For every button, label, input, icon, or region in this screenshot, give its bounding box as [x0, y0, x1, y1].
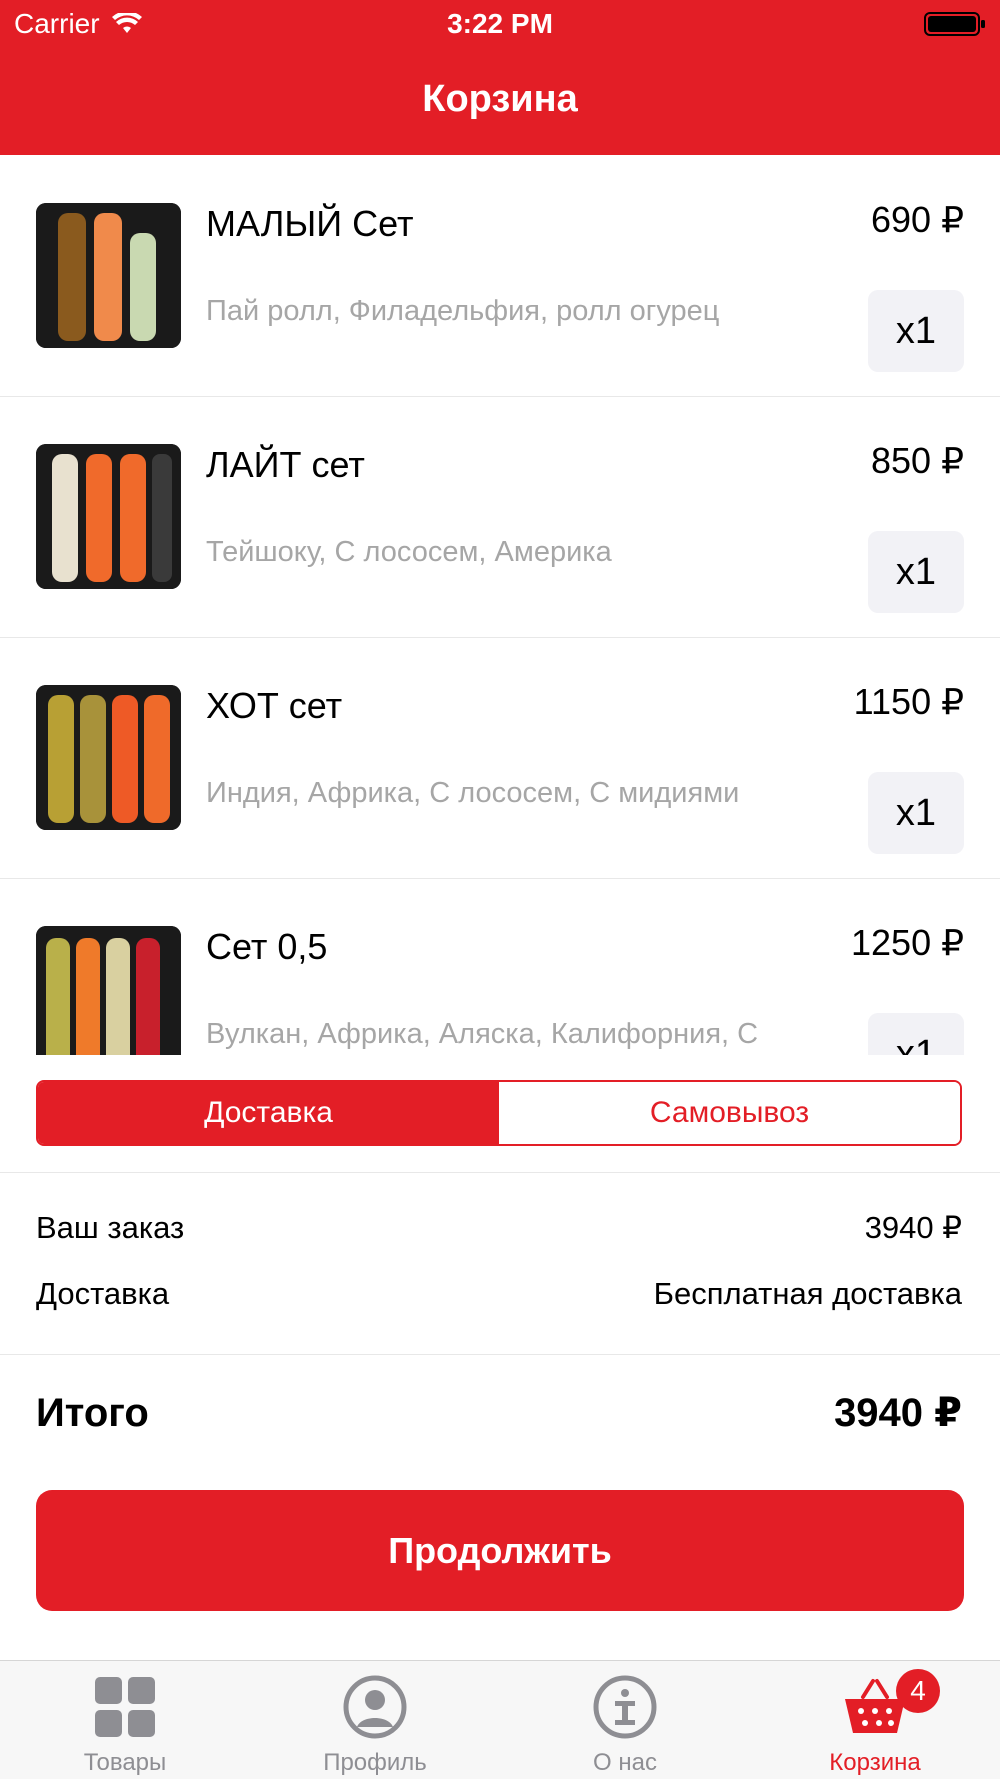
quantity-button[interactable]: x1 — [868, 772, 964, 854]
delivery-segment[interactable]: Доставка — [38, 1082, 499, 1144]
item-name: Сет 0,5 — [206, 926, 328, 967]
cart-list[interactable]: МАЛЫЙ Сет 690 ₽ Пай ролл, Филадельфия, р… — [0, 155, 1000, 1055]
status-time: 3:22 PM — [447, 8, 553, 39]
total-label: Итого — [36, 1390, 149, 1435]
quantity-button[interactable]: x1 — [868, 1013, 964, 1055]
order-label: Ваш заказ — [36, 1210, 185, 1245]
item-price: 850 ₽ — [871, 440, 964, 481]
quantity-button[interactable]: x1 — [868, 290, 964, 372]
order-value: 3940 ₽ — [864, 1210, 962, 1245]
divider — [0, 1354, 1000, 1355]
item-description: Индия, Африка, С лососем, С мидиями — [206, 777, 740, 809]
tab-label: Товары — [83, 1749, 167, 1776]
tab-label: О нас — [593, 1749, 657, 1776]
tab-label: Корзина — [829, 1749, 921, 1776]
cart-badge: 4 — [896, 1669, 940, 1713]
tab-profile[interactable]: Профиль — [250, 1661, 500, 1779]
item-price: 1150 ₽ — [853, 681, 964, 722]
item-name: МАЛЫЙ Сет — [206, 203, 414, 244]
product-image — [36, 203, 181, 348]
total-row: Итого 3940 ₽ — [36, 1390, 962, 1436]
delivery-value: Бесплатная доставка — [653, 1276, 962, 1311]
page-title: Корзина — [422, 78, 578, 120]
delivery-method-toggle[interactable]: Доставка Самовывоз — [36, 1080, 962, 1146]
order-row: Ваш заказ 3940 ₽ — [36, 1210, 962, 1246]
tab-cart[interactable]: 4 Корзина — [750, 1661, 1000, 1779]
item-description: Пай ролл, Филадельфия, ролл огурец — [206, 295, 720, 327]
continue-button[interactable]: Продолжить — [36, 1490, 964, 1611]
tab-about[interactable]: О нас — [500, 1661, 750, 1779]
delivery-label: Доставка — [36, 1276, 170, 1311]
cart-item[interactable]: Сет 0,5 1250 ₽ Вулкан, Африка, Аляска, К… — [0, 878, 1000, 1055]
item-name: ХОТ сет — [206, 685, 343, 726]
product-image — [36, 926, 181, 1055]
item-price: 1250 ₽ — [851, 922, 964, 963]
battery-icon — [924, 12, 985, 36]
info-icon — [593, 1675, 657, 1739]
grid-icon — [95, 1677, 155, 1737]
divider — [0, 1172, 1000, 1173]
tab-label: Профиль — [323, 1749, 427, 1776]
quantity-button[interactable]: x1 — [868, 531, 964, 613]
product-image — [36, 444, 181, 589]
item-price: 690 ₽ — [871, 199, 964, 240]
header: Carrier 3:22 PM Корзина — [0, 0, 1000, 155]
tab-products[interactable]: Товары — [0, 1661, 250, 1779]
profile-icon — [343, 1675, 407, 1739]
total-value: 3940 ₽ — [834, 1391, 962, 1435]
cart-item[interactable]: ЛАЙТ сет 850 ₽ Тейшоку, С лососем, Амери… — [0, 396, 1000, 638]
item-description: Вулкан, Африка, Аляска, Калифорния, С ми… — [206, 1018, 759, 1055]
cart-item[interactable]: МАЛЫЙ Сет 690 ₽ Пай ролл, Филадельфия, р… — [0, 155, 1000, 397]
delivery-row: Доставка Бесплатная доставка — [36, 1276, 962, 1312]
product-image — [36, 685, 181, 830]
tab-bar: Товары Профиль О нас 4 Корзина — [0, 1660, 1000, 1779]
item-name: ЛАЙТ сет — [206, 444, 365, 485]
cart-item[interactable]: ХОТ сет 1150 ₽ Индия, Африка, С лососем,… — [0, 637, 1000, 879]
item-description: Тейшоку, С лососем, Америка — [206, 536, 612, 568]
pickup-segment[interactable]: Самовывоз — [499, 1082, 960, 1144]
